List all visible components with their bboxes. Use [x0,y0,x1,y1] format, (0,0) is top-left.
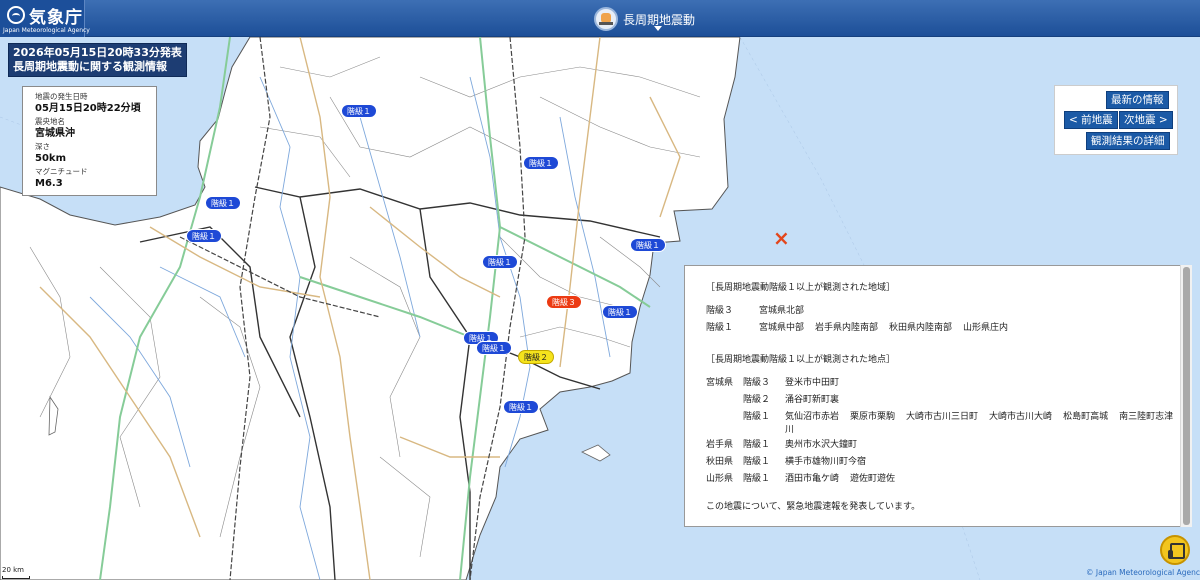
eew-note: この地震について、緊急地震速報を発表しています。 [706,502,921,512]
points-heading: ［長周期地震動階級１以上が観測された地点］ [706,355,896,365]
issue-title: 長周期地震動に関する観測情報 [13,60,167,73]
page-title-menu[interactable]: 長周期地震動 [594,6,695,32]
location-name: 奥州市水沢大鐘町 [785,440,858,450]
intensity-badge[interactable]: 階級３ [546,295,582,309]
prefecture-label: 宮城県 [706,378,734,388]
info-row: 階級３ 宮城県北部 [706,303,1186,320]
depth-label: 深さ [35,142,50,151]
scrollbar-thumb[interactable] [1183,267,1190,525]
scale-label: 20 km [2,566,25,574]
info-row: 階級１ 気仙沼市赤岩 栗原市栗駒 大崎市古川三日町 大崎市古川大崎 松島町高城 南三陸町志津… [706,409,1186,437]
intensity-badge[interactable]: 階級１ [476,341,512,355]
location-name: 大崎市古川大崎 [989,412,1053,422]
location-name: 登米市中田町 [785,378,840,388]
magnitude-value: M6.3 [35,178,63,189]
observation-info-panel[interactable]: ［長周期地震動階級１以上が観測された地域］ 階級３ 宮城県北部 階級１ 宮城県中部 岩手… [684,265,1192,527]
intensity-badge[interactable]: 階級２ [518,350,554,364]
areas-list: 階級３ 宮城県北部階級１ 宮城県中部 岩手県内陸南部 秋田県内陸南部 山形県庄内 [706,303,1186,337]
intensity-badge[interactable]: 階級１ [503,400,539,414]
info-row: 階級１ 宮城県中部 岩手県内陸南部 秋田県内陸南部 山形県庄内 [706,320,1186,337]
intensity-badge[interactable]: 階級１ [482,255,518,269]
magnitude-label: マグニチュード [35,167,88,176]
level-label: 階級１ [706,323,734,333]
location-name: 秋田県内陸南部 [889,323,953,333]
page-title: 長周期地震動 [623,12,696,27]
issue-banner: 2026年05月15日20時33分発表 長周期地震動に関する観測情報 [8,43,187,77]
point-names: 登米市中田町 [785,375,1186,392]
intensity-badge[interactable]: 階級１ [341,104,377,118]
level-label: 階級３ [743,378,771,388]
location-name: 酒田市亀ケ崎 [785,474,840,484]
prefecture-label: 山形県 [706,474,734,484]
intensity-badge[interactable]: 階級１ [602,305,638,319]
location-name: 栗原市栗駒 [850,412,896,422]
previous-earthquake-button[interactable]: < 前地震 [1064,111,1118,129]
agency-name: 気象庁 [29,8,83,28]
location-name: 横手市雄物川町今宿 [785,457,867,467]
location-name: 松島町高城 [1063,412,1109,422]
jma-logo[interactable]: 気象庁 Japan Meteorological Agency [0,0,90,37]
agency-name-en: Japan Meteorological Agency [3,27,90,34]
prefecture-label [706,392,743,409]
point-names: 酒田市亀ケ崎 遊佐町遊佐 [785,471,1186,488]
location-name: 大崎市古川三日町 [906,412,979,422]
place-value: 宮城県沖 [35,128,75,139]
location-name: 山形県庄内 [963,323,1009,333]
intensity-badge[interactable]: 階級１ [186,229,222,243]
chevron-down-icon[interactable] [654,26,662,31]
intensity-badge[interactable]: 階級１ [523,156,559,170]
depth-value: 50km [35,153,66,164]
long-period-ground-motion-icon [594,7,618,31]
info-row: 階級２ 涌谷町新町裏 [706,392,1186,409]
areas-heading: ［長周期地震動階級１以上が観測された地域］ [706,283,896,293]
location-name: 南三陸町志津川 [785,412,1174,435]
scale-bar [2,576,30,579]
epicenter-marker-icon[interactable]: × [773,228,790,248]
latest-info-button[interactable]: 最新の情報 [1106,91,1169,109]
points-list: 宮城県 階級３ 登米市中田町 階級２ 涌谷町新町裏 階級１ 気仙沼市赤岩 栗原市栗駒 大崎市古川… [706,375,1186,488]
level-label: 階級２ [743,395,771,405]
info-row: 秋田県 階級１ 横手市雄物川町今宿 [706,454,1186,471]
time-label: 地震の発生日時 [35,92,88,101]
prefecture-label: 秋田県 [706,457,734,467]
top-bar: 気象庁 Japan Meteorological Agency 長周期地震動 [0,0,1200,37]
prefecture-label [706,409,743,437]
level-label: 階級１ [743,412,771,422]
point-names: 涌谷町新町裏 [785,392,1186,409]
location-name: 岩手県内陸南部 [815,323,879,333]
copyright-credit[interactable]: © Japan Meteorological Agency [1086,568,1200,577]
intensity-badge[interactable]: 階級１ [630,238,666,252]
info-row: 岩手県 階級１ 奥州市水沢大鐘町 [706,437,1186,454]
prefecture-label: 岩手県 [706,440,734,450]
area-names: 宮城県中部 岩手県内陸南部 秋田県内陸南部 山形県庄内 [759,320,1186,337]
help-icon[interactable] [1160,535,1190,565]
point-names: 奥州市水沢大鐘町 [785,437,1186,454]
info-row: 宮城県 階級３ 登米市中田町 [706,375,1186,392]
level-label: 階級１ [743,440,771,450]
level-label: 階級１ [743,474,771,484]
point-names: 横手市雄物川町今宿 [785,454,1186,471]
area-names: 宮城県北部 [759,303,1186,320]
next-earthquake-button[interactable]: 次地震 > [1119,111,1173,129]
location-name: 宮城県中部 [759,323,805,333]
location-name: 涌谷町新町裏 [785,395,840,405]
place-label: 震央地名 [35,117,65,126]
info-row: 山形県 階級１ 酒田市亀ケ崎 遊佐町遊佐 [706,471,1186,488]
jma-emblem-icon [7,6,25,24]
time-value: 05月15日20時22分頃 [35,103,141,114]
navigation-panel: 最新の情報 < 前地震 次地震 > 観測結果の詳細 [1054,85,1178,155]
level-label: 階級１ [743,457,771,467]
location-name: 遊佐町遊佐 [850,474,896,484]
intensity-badge[interactable]: 階級１ [205,196,241,210]
location-name: 気仙沼市赤岩 [785,412,840,422]
location-name: 宮城県北部 [759,306,805,316]
level-label: 階級３ [706,306,734,316]
issue-datetime: 2026年05月15日20時33分発表 [13,46,182,59]
observation-details-button[interactable]: 観測結果の詳細 [1086,132,1170,150]
earthquake-summary: 地震の発生日時 05月15日20時22分頃 震央地名 宮城県沖 深さ 50km … [22,86,157,196]
point-names: 気仙沼市赤岩 栗原市栗駒 大崎市古川三日町 大崎市古川大崎 松島町高城 南三陸町志津川 [785,409,1186,437]
info-scrollbar[interactable] [1180,265,1192,527]
